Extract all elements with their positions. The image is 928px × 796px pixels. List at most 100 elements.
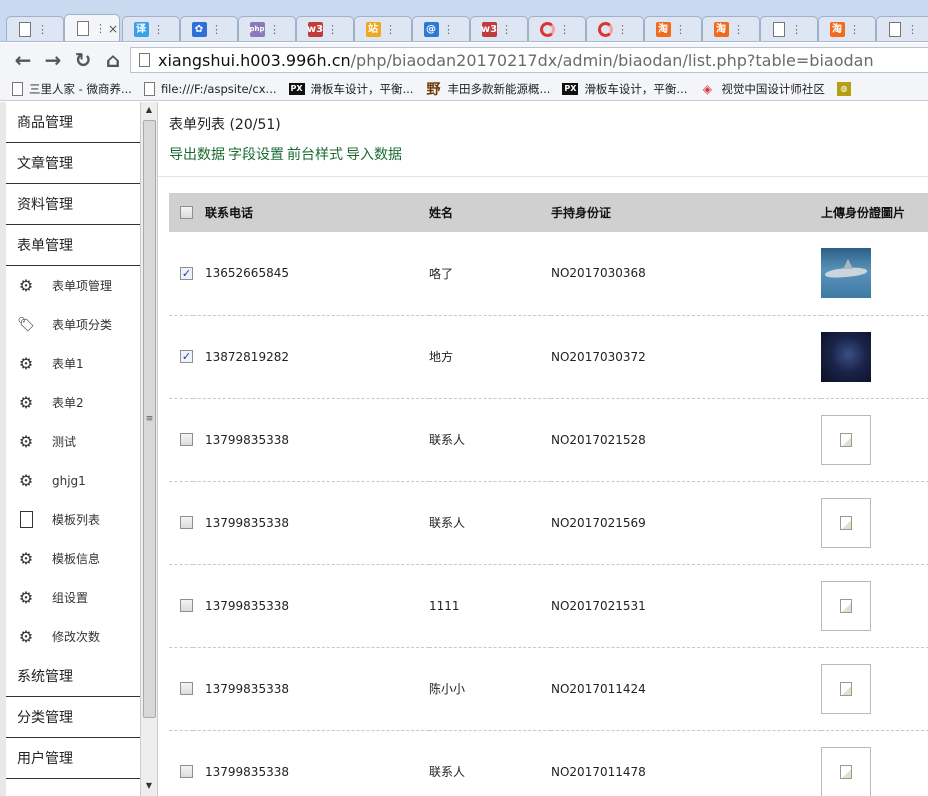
sidebar-subitem[interactable]: ⚙ 测试 <box>6 422 140 461</box>
row-checkbox[interactable] <box>180 599 193 612</box>
table-row: ✓ 13652665845 咯了 NO2017030368 <box>169 232 928 316</box>
browser-tab[interactable]: 译 ⋮ <box>122 16 180 41</box>
browser-tab[interactable]: 淘 ⋮ <box>818 16 876 41</box>
scrollbar-thumb[interactable]: ≡ <box>143 120 156 718</box>
page-icon <box>771 22 787 38</box>
browser-tab[interactable]: 淘 ⋮ <box>644 16 702 41</box>
sidebar-menu-item[interactable]: 商品管理 <box>6 102 140 143</box>
swirl-icon <box>539 22 555 38</box>
gear-icon: ⚙ <box>18 393 34 412</box>
image-cell <box>821 730 928 796</box>
browser-tab[interactable]: @ ⋮ <box>412 16 470 41</box>
bookmark-item[interactable]: ◈ 视觉中国设计师社区 <box>699 81 825 97</box>
browser-tab[interactable]: ⋮ <box>760 16 818 41</box>
id-photo-thumbnail[interactable] <box>821 497 871 548</box>
sidebar-menu-item[interactable]: 资料管理 <box>6 184 140 225</box>
back-icon[interactable]: ← <box>8 48 38 72</box>
browser-tab[interactable]: ⋮ <box>586 16 644 41</box>
sidebar-subitem[interactable]: ⚙ ghjg1 <box>6 461 140 500</box>
id-photo-thumbnail[interactable] <box>821 663 871 714</box>
sidebar-subitem[interactable]: ⚙ 表单项管理 <box>6 266 140 305</box>
page-icon <box>887 22 903 38</box>
row-checkbox[interactable] <box>180 516 193 529</box>
w3-icon: w3 <box>307 22 323 38</box>
gear-icon: ⚙ <box>18 588 34 607</box>
sidebar: 商品管理 文章管理 资料管理 表单管理 ⚙ 表单项管理 🏷 表单项分类 ⚙ 表单1 ⚙ 表单2 ⚙ 测试 ⚙… <box>0 102 140 796</box>
browser-tab[interactable]: ✿ ⋮ <box>180 16 238 41</box>
address-bar[interactable]: xiangshui.h003.996h.cn/php/biaodan201702… <box>130 47 928 73</box>
sidebar-subitem[interactable]: ⚙ 模板信息 <box>6 539 140 578</box>
bookmark-item[interactable]: PX 滑板车设计，平衡... <box>288 81 413 97</box>
browser-tab[interactable]: ⋮ <box>528 16 586 41</box>
gear-icon: ⚙ <box>18 549 34 568</box>
forward-icon[interactable]: → <box>38 48 68 72</box>
bookmark-label: 滑板车设计，平衡... <box>584 81 688 96</box>
browser-tab[interactable]: w3 ⋮ <box>470 16 528 41</box>
row-checkbox[interactable]: ✓ <box>180 350 193 363</box>
tab-overflow-icon: ⋮ <box>385 23 396 36</box>
tab-overflow-icon: ⋮ <box>849 23 860 36</box>
id-cell: NO2017021531 <box>551 564 821 648</box>
icon-glyph: 站 <box>365 22 381 37</box>
sidebar-scrollbar[interactable]: ▲ ≡ ▼ <box>140 102 158 796</box>
row-checkbox[interactable]: ✓ <box>180 266 193 280</box>
sidebar-subitem[interactable]: ⚙ 表单2 <box>6 383 140 422</box>
table-row: 13799835338 陈小小 NO2017011424 <box>169 647 928 731</box>
sidebar-menu-item[interactable]: 分类管理 <box>6 697 140 738</box>
table-row: 13799835338 1111 NO2017021531 <box>169 564 928 648</box>
sidebar-menu-item[interactable]: 系统管理 <box>6 656 140 697</box>
checkbox-cell: ✓ <box>169 232 193 316</box>
id-photo-thumbnail[interactable] <box>821 746 871 796</box>
browser-tab[interactable]: ⋮ <box>6 16 64 41</box>
row-checkbox[interactable] <box>180 765 193 778</box>
sidebar-subitem[interactable]: 模板列表 <box>6 500 140 539</box>
browser-tab[interactable]: 站 ⋮ <box>354 16 412 41</box>
browser-tab[interactable]: ⋮ <box>876 16 928 41</box>
php-icon: php <box>249 22 265 38</box>
close-icon[interactable]: × <box>108 22 118 36</box>
bookmark-item[interactable]: PX 滑板车设计，平衡... <box>562 81 687 97</box>
broken-image-icon <box>840 764 852 779</box>
bookmark-item[interactable]: file:///F:/aspsite/cx... <box>143 81 277 96</box>
scroll-up-icon[interactable]: ▲ <box>141 102 157 118</box>
action-link[interactable]: 前台样式 <box>287 147 343 163</box>
sidebar-menu-item[interactable]: 表单管理 <box>6 225 140 266</box>
row-checkbox[interactable] <box>180 433 193 446</box>
reload-icon[interactable]: ↻ <box>68 48 98 72</box>
sidebar-menu-item[interactable]: 用户管理 <box>6 738 140 779</box>
name-cell: 1111 <box>429 564 551 648</box>
browser-tab[interactable]: ⋮ × <box>64 14 120 41</box>
bookmark-item[interactable]: 三里人家 - 微商养... <box>12 81 132 97</box>
scroll-down-icon[interactable]: ▼ <box>141 778 157 794</box>
table-row: 13799835338 联系人 NO2017021528 <box>169 398 928 482</box>
sidebar-subitem-label: 模板列表 <box>52 513 101 527</box>
id-photo-thumbnail[interactable] <box>821 414 871 465</box>
action-link[interactable]: 导出数据 <box>169 147 225 163</box>
row-checkbox[interactable] <box>180 682 193 695</box>
sidebar-subitem[interactable]: ⚙ 修改次数 <box>6 617 140 656</box>
sidebar-subitem[interactable]: ⚙ 表单1 <box>6 344 140 383</box>
browser-tab[interactable]: 淘 ⋮ <box>702 16 760 41</box>
bookmark-item[interactable]: ◍ <box>836 81 857 96</box>
home-icon[interactable]: ⌂ <box>98 48 128 72</box>
id-photo-thumbnail[interactable] <box>821 248 871 299</box>
id-photo-thumbnail[interactable] <box>821 580 871 631</box>
sidebar-menu-item[interactable]: 文章管理 <box>6 143 140 184</box>
checkbox-cell <box>169 564 193 648</box>
browser-tab[interactable]: w3 ⋮ <box>296 16 354 41</box>
tab-overflow-icon: ⋮ <box>907 23 918 36</box>
tab-strip: ⋮ ⋮ × 译 ⋮ ✿ ⋮ php ⋮ w3 ⋮ 站 ⋮ @ ⋮ w3 ⋮ ⋮ ⋮ 淘 ⋮ 淘 ⋮ ⋮ 淘 ⋮ ⋮ <box>0 0 928 42</box>
id-photo-thumbnail[interactable] <box>821 331 871 382</box>
url-host: xiangshui.h003.996h.cn <box>158 50 351 70</box>
page-shape <box>773 22 785 37</box>
image-cell <box>821 481 928 565</box>
browser-tab[interactable]: php ⋮ <box>238 16 296 41</box>
page-icon <box>143 81 155 96</box>
action-link[interactable]: 导入数据 <box>346 147 402 163</box>
sidebar-subitem[interactable]: 🏷 表单项分类 <box>6 305 140 344</box>
sidebar-subitem-label: 表单项管理 <box>52 279 113 293</box>
action-link[interactable]: 字段设置 <box>228 147 284 163</box>
bookmark-item[interactable]: 野丰田多款新能源概... <box>425 81 550 98</box>
sidebar-subitem[interactable]: ⚙ 组设置 <box>6 578 140 617</box>
select-all-checkbox[interactable] <box>180 206 193 219</box>
